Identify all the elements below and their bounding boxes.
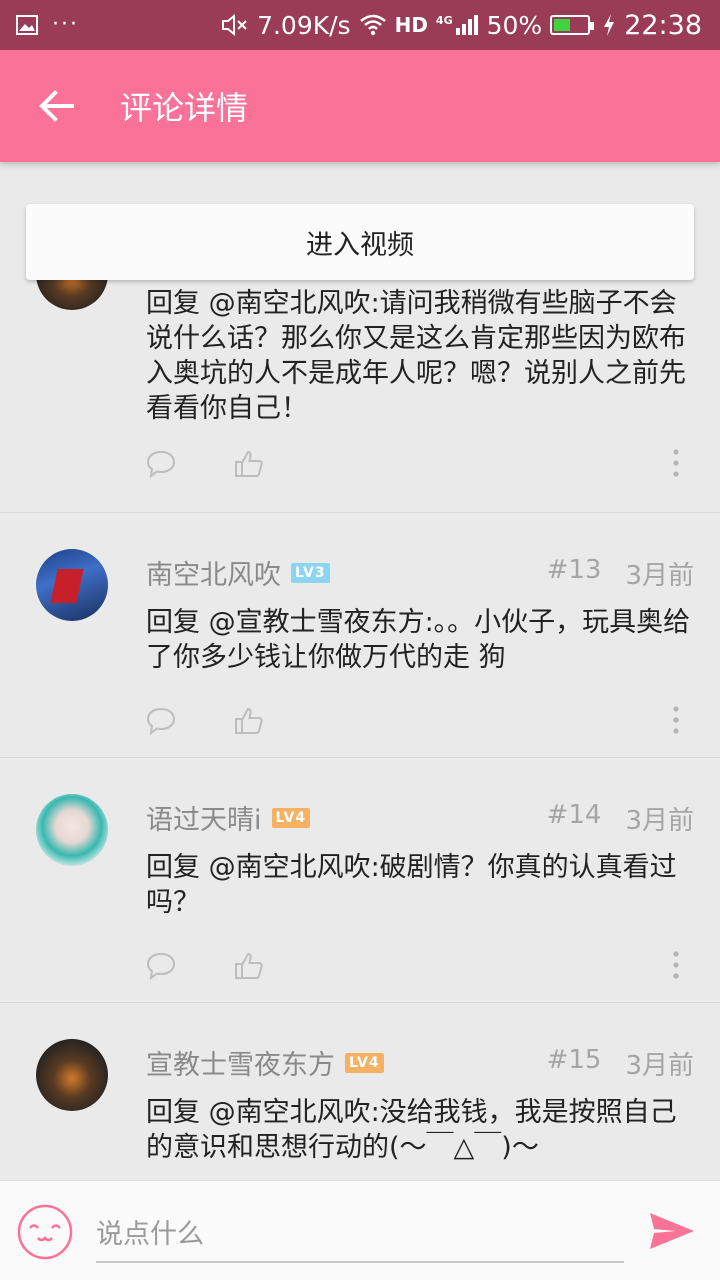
enter-video-button[interactable]: 进入视频 [26,204,694,280]
level-badge: LV3 [291,562,330,583]
thumbs-up-icon[interactable] [234,707,264,735]
send-icon[interactable] [648,1211,696,1251]
mute-icon [222,13,247,37]
reply-icon[interactable] [146,707,176,735]
more-vertical-icon[interactable] [666,705,686,735]
comment-input-bar [0,1180,720,1280]
thumbs-up-icon[interactable] [234,952,264,980]
comment-text: 回复 @南空北风吹:请问我稍微有些脑子不会说什么话？那么你又是这么肯定那些因为欧… [146,288,686,424]
username[interactable]: 宣教士雪夜东方 [146,1043,335,1082]
avatar[interactable] [36,794,108,866]
comment-text: 回复 @宣教士雪夜东方:。。小伙子，玩具奥给了你多少钱让你做万代的走 狗 [146,607,691,673]
clock: 22:38 [624,9,702,41]
comment-time: 3月前 [625,806,694,836]
thumbs-up-icon[interactable] [234,450,264,478]
comment-input[interactable] [96,1207,624,1263]
more-vertical-icon[interactable] [666,950,686,980]
comment-text: 回复 @南空北风吹:没给我钱，我是按照自己的意识和思想行动的(～￣△￣)～ [146,1097,677,1163]
app-toolbar: 评论详情 [0,50,720,162]
status-bar: ··· 7.09K/s HD 4G 50% 22:38 [0,0,720,50]
battery-icon [550,15,595,35]
arrow-left-icon [39,90,74,122]
page-title: 评论详情 [120,89,249,127]
username[interactable]: 南空北风吹 [146,553,281,592]
comment-time: 3月前 [625,561,694,591]
floor-number: #15 [546,1045,602,1075]
comment-text: 回复 @南空北风吹:破剧情？你真的认真看过吗？ [146,852,677,918]
comment-item: 语过天晴i LV4 #14 3月前 回复 @南空北风吹:破剧情？你真的认真看过吗… [0,758,720,1003]
reply-icon[interactable] [146,952,176,980]
avatar[interactable] [36,549,108,621]
comment-item: 南空北风吹 LV3 #13 3月前 回复 @宣教士雪夜东方:。。小伙子，玩具奥给… [0,513,720,758]
avatar[interactable] [36,1039,108,1111]
net-speed: 7.09K/s [257,10,351,40]
emoji-icon[interactable] [16,1203,74,1261]
floor-number: #13 [546,555,602,585]
image-notification-icon [16,15,38,35]
username[interactable]: 语过天晴i [146,798,262,837]
wifi-icon [359,14,386,36]
back-button[interactable] [0,50,112,162]
more-notifications-icon: ··· [52,12,79,37]
network-generation: 4G [435,14,453,27]
reply-icon[interactable] [146,450,176,478]
floor-number: #14 [546,800,602,830]
comment-list[interactable]: 进入视频 回复 @南空北风吹:请问我稍微有些脑子不会说什么话？那么你又是这么肯定… [0,162,720,1180]
network-type: HD [394,13,428,37]
comment-time: 3月前 [625,1051,694,1081]
level-badge: LV4 [345,1052,384,1073]
level-badge: LV4 [271,807,311,828]
more-vertical-icon[interactable] [666,448,686,478]
signal-icon [455,15,478,35]
comment-item: 宣教士雪夜东方 LV4 #15 3月前 回复 @南空北风吹:没给我钱，我是按照自… [0,1003,720,1180]
charging-icon [604,14,615,36]
battery-percent: 50% [486,10,543,40]
